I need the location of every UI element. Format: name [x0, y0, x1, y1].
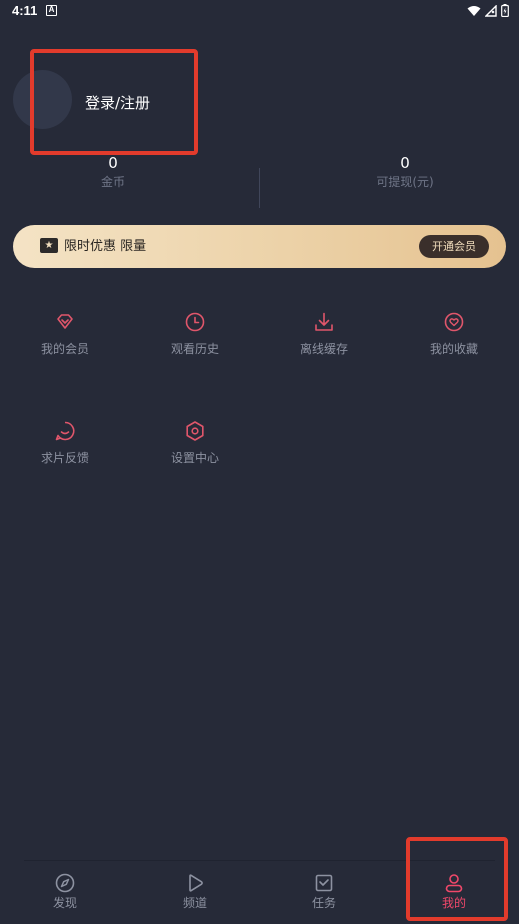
- tab-label: 频道: [182, 896, 207, 910]
- notification-badge-icon: A: [46, 5, 57, 16]
- settings-icon: [186, 421, 204, 441]
- profile-screen: 4:11 A 登录/注册 0 金币 0 可提现(元) ★ 限时优惠 限量 开通会…: [0, 0, 519, 924]
- tab-discover[interactable]: 发现: [25, 872, 105, 911]
- clock-icon: [185, 312, 205, 332]
- status-icons: [467, 4, 509, 17]
- feedback-icon: [55, 421, 75, 441]
- battery-icon: [501, 4, 509, 17]
- tab-channel[interactable]: 频道: [155, 872, 235, 911]
- menu-label: 我的会员: [40, 342, 89, 356]
- menu-label: 求片反馈: [40, 451, 89, 465]
- task-icon: [315, 874, 333, 892]
- stat-withdrawable-value: 0: [400, 154, 410, 172]
- menu-label: 离线缓存: [299, 342, 348, 356]
- tab-tasks[interactable]: 任务: [284, 872, 364, 911]
- stat-withdrawable[interactable]: 0 可提现(元): [305, 154, 505, 190]
- open-vip-button[interactable]: 开通会员: [419, 235, 489, 258]
- menu-item-membership[interactable]: 我的会员: [0, 311, 130, 357]
- tab-mine[interactable]: 我的: [414, 872, 494, 911]
- login-register-link[interactable]: 登录/注册: [85, 92, 150, 113]
- menu-item-history[interactable]: 观看历史: [130, 311, 260, 357]
- user-icon: [445, 874, 463, 893]
- status-bar: 4:11 A: [0, 0, 519, 22]
- tab-label: 发现: [52, 896, 77, 910]
- stat-coins[interactable]: 0 金币: [13, 154, 213, 190]
- menu-label: 我的收藏: [429, 342, 478, 356]
- diamond-icon: [57, 314, 73, 329]
- tab-label: 任务: [311, 896, 336, 910]
- tab-label: 我的: [441, 896, 466, 910]
- avatar[interactable]: [13, 70, 72, 129]
- play-icon: [189, 874, 203, 892]
- stat-coins-value: 0: [108, 154, 118, 172]
- menu-item-favorites[interactable]: 我的收藏: [389, 311, 519, 357]
- vip-promo-banner[interactable]: ★ 限时优惠 限量 开通会员: [13, 225, 506, 268]
- ticket-star-icon: ★: [40, 238, 58, 253]
- menu-label: 设置中心: [170, 451, 219, 465]
- stat-withdrawable-label: 可提现(元): [376, 175, 434, 189]
- stat-coins-label: 金币: [100, 175, 125, 189]
- status-time: 4:11: [12, 3, 38, 18]
- download-icon: [315, 312, 333, 331]
- heart-icon: [444, 312, 464, 332]
- wifi-icon: [467, 5, 481, 16]
- signal-icon: [485, 4, 497, 17]
- menu-item-settings[interactable]: 设置中心: [130, 420, 260, 466]
- bottom-nav-divider: [24, 860, 495, 861]
- menu-item-request-feedback[interactable]: 求片反馈: [0, 420, 130, 466]
- compass-icon: [55, 873, 75, 893]
- stats-divider: [259, 168, 260, 208]
- vip-promo-text: 限时优惠 限量: [64, 239, 147, 254]
- menu-item-offline-cache[interactable]: 离线缓存: [259, 311, 389, 357]
- menu-label: 观看历史: [170, 342, 219, 356]
